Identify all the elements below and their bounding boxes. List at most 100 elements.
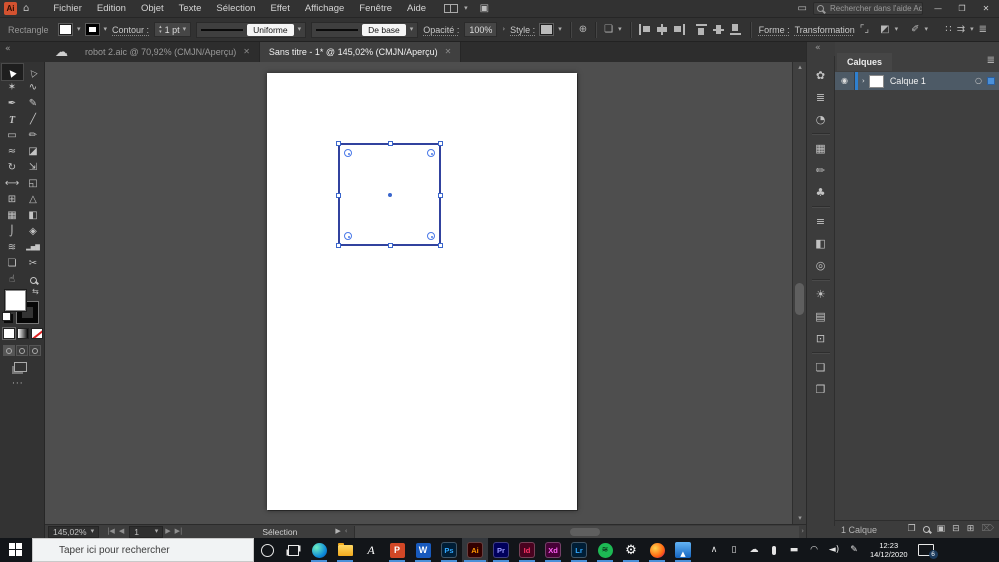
start-button[interactable] (9, 543, 23, 557)
last-artboard-icon[interactable]: ▶| (175, 528, 183, 535)
layer-visibility-icon[interactable]: ◉ (835, 72, 855, 90)
none-button[interactable] (31, 328, 43, 339)
menu-objet[interactable]: Objet (141, 3, 164, 14)
appearance-panel-icon[interactable]: ☀ (807, 283, 834, 305)
graphic-styles-panel-icon[interactable]: ▤ (807, 305, 834, 327)
panel-list-icon[interactable]: ≣ (979, 25, 987, 35)
layer-target-icon[interactable]: ○ (975, 77, 982, 85)
handle-e[interactable] (438, 193, 443, 198)
select-similar-chevron-icon[interactable]: ▾ (895, 26, 899, 33)
slice-tool[interactable]: ✂ (23, 256, 44, 272)
align-left-icon[interactable] (639, 24, 651, 35)
handle-w[interactable] (336, 193, 341, 198)
gradient-wedge-panel-icon[interactable]: ◔ (807, 108, 834, 130)
opacity-link[interactable]: Opacité : (423, 25, 459, 35)
edit-toolbar-more-icon[interactable]: ··· (12, 380, 24, 389)
layer-thumbnail[interactable] (869, 75, 884, 88)
recolor-artwork-icon[interactable]: ⊕ (579, 25, 587, 35)
taskbar-photos[interactable]: ▲ (670, 538, 696, 562)
asset-export-panel-icon[interactable]: ❐ (807, 378, 834, 400)
taskbar-powerpoint[interactable]: P (384, 538, 410, 562)
handle-n[interactable] (388, 141, 393, 146)
shape-builder-tool[interactable]: ⊞ (2, 192, 23, 208)
document-setup-chevron-icon[interactable]: ▾ (618, 26, 622, 33)
taskbar-photoshop[interactable]: Ps (436, 538, 462, 562)
cloud-document-icon[interactable]: ☁ (55, 46, 68, 59)
eraser-tool[interactable]: ◪ (23, 144, 44, 160)
taskbar-search-input[interactable] (32, 538, 254, 562)
tray-device-icon[interactable]: ▬ (784, 546, 804, 555)
tray-expand-icon[interactable]: ∧ (704, 546, 724, 555)
new-sublayer-icon[interactable]: ⊟ (952, 525, 960, 534)
locate-object-icon[interactable] (923, 525, 930, 535)
workspace-chevron-icon[interactable]: ▾ (970, 26, 974, 33)
minimize-button[interactable]: — (929, 2, 947, 16)
symbol-sprayer-tool[interactable]: ≋ (2, 240, 23, 256)
tab-sans-titre[interactable]: Sans titre - 1* @ 145,02% (CMJN/Aperçu) … (260, 42, 461, 62)
center-point[interactable] (388, 193, 392, 197)
menu-aide[interactable]: Aide (407, 3, 426, 14)
corner-widget-nw[interactable] (344, 149, 352, 157)
tab-sans-titre-close-icon[interactable]: ✕ (445, 48, 452, 56)
stroke-width-field[interactable]: ▴▾ 1 pt ▾ (154, 22, 191, 37)
layers-panel-tab[interactable]: Calques (837, 53, 892, 71)
restore-button[interactable]: ❐ (953, 2, 971, 16)
handle-ne[interactable] (438, 141, 443, 146)
tray-wifi-icon[interactable]: ◠ (804, 546, 824, 555)
fill-color-swatch[interactable] (59, 24, 72, 35)
collapse-toolbar-icon[interactable]: « (5, 45, 11, 54)
perspective-grid-tool[interactable]: △ (23, 192, 44, 208)
opacity-chevron-icon[interactable]: › (502, 26, 505, 33)
notification-center-icon[interactable]: 6 (918, 544, 934, 556)
shaper-tool[interactable]: ≈ (2, 144, 23, 160)
artboard-tool[interactable]: ❏ (2, 256, 23, 272)
shape-properties-icon[interactable]: ✐ (911, 25, 919, 35)
vertical-scrollbar[interactable]: ▴ ▾ (792, 62, 806, 524)
align-bottom-icon[interactable] (730, 24, 742, 35)
workspace-switch-icon[interactable]: ⇉ (957, 25, 965, 35)
default-fill-stroke-icon[interactable] (2, 312, 11, 321)
width-profile-dropdown[interactable]: Uniforme ▾ (196, 22, 306, 38)
align-top-icon[interactable] (696, 24, 708, 35)
close-button[interactable]: ✕ (977, 2, 995, 16)
isolate-object-icon[interactable]: ⌜⌟ (860, 25, 869, 35)
artboard[interactable] (267, 73, 577, 510)
color-panel-icon[interactable]: ✿ (807, 64, 834, 86)
corner-widget-sw[interactable] (344, 232, 352, 240)
stroke-chevron-icon[interactable]: ▾ (104, 26, 108, 33)
rectangle-tool[interactable]: ▭ (2, 128, 23, 144)
taskbar-clock[interactable]: 12:23 14/12/2020 (870, 541, 908, 559)
corner-widget-se[interactable] (427, 232, 435, 240)
artboards-panel-icon[interactable]: ❏ (807, 356, 834, 378)
magic-wand-tool[interactable]: ✶ (2, 80, 23, 96)
menu-selection[interactable]: Sélection (216, 3, 255, 14)
opacity-field[interactable]: 100% (464, 22, 497, 37)
layer-expand-icon[interactable]: › (862, 78, 865, 85)
symbols-panel-icon[interactable]: ♣ (807, 181, 834, 203)
document-setup-icon[interactable]: ❏ (604, 25, 613, 35)
zoom-tool[interactable] (23, 272, 44, 288)
tab-robot2[interactable]: robot 2.aic @ 70,92% (CMJN/Aperçu) ✕ (76, 42, 260, 62)
shape-properties-chevron-icon[interactable]: ▾ (925, 26, 929, 33)
links-panel-icon[interactable]: ⊡ (807, 327, 834, 349)
cortana-button[interactable] (254, 538, 280, 562)
draw-inside-mode[interactable] (29, 345, 41, 356)
menu-fichier[interactable]: Fichier (53, 3, 82, 14)
help-search[interactable] (813, 2, 923, 15)
taskbar-illustrator[interactable]: Ai (462, 538, 488, 562)
taskbar-word[interactable]: W (410, 538, 436, 562)
fill-proxy-swatch[interactable] (5, 290, 26, 311)
help-search-input[interactable] (813, 2, 923, 15)
direct-selection-tool[interactable]: ▷ (23, 64, 44, 80)
workspace-grid-icon[interactable]: ∷ (945, 25, 951, 35)
taskbar-settings[interactable]: ⚙ (618, 538, 644, 562)
new-layer-icon[interactable]: ⊞ (967, 525, 975, 534)
taskbar-xd[interactable]: Xd (540, 538, 566, 562)
scroll-up-icon[interactable]: ▴ (793, 64, 807, 71)
panel-menu-icon[interactable]: ≣ (987, 56, 995, 66)
menu-affichage[interactable]: Affichage (305, 3, 344, 14)
line-segment-tool[interactable]: ╱ (23, 112, 44, 128)
column-graph-tool[interactable]: ▂▅▇ (23, 240, 44, 256)
taskbar-edge[interactable] (306, 538, 332, 562)
menu-texte[interactable]: Texte (179, 3, 202, 14)
